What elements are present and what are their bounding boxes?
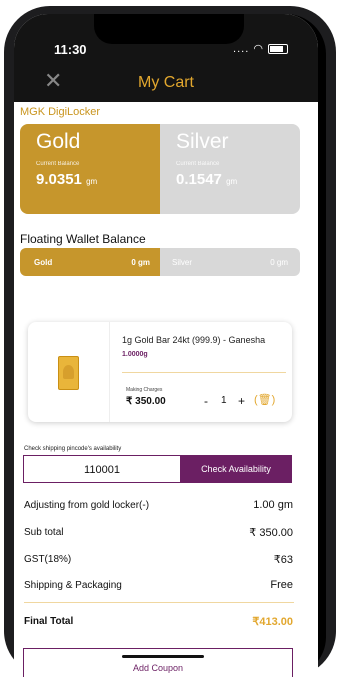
quantity-decrease-button[interactable]: - xyxy=(204,394,208,408)
shipping-label: Shipping & Packaging xyxy=(24,580,122,591)
silver-card-title: Silver xyxy=(176,130,229,153)
gst-value: ₹63 xyxy=(273,554,293,566)
gold-balance-card: Gold Current Balance 9.0351 gm xyxy=(20,124,160,214)
gold-balance-unit: gm xyxy=(86,177,98,186)
adjust-label: Adjusting from gold locker(-) xyxy=(24,500,150,511)
add-coupon-button[interactable]: Add Coupon xyxy=(23,648,293,677)
cart-item-card: 1g Gold Bar 24kt (999.9) - Ganesha 1.000… xyxy=(28,322,292,422)
floating-gold-value: 0 gm xyxy=(131,258,150,267)
floating-gold-label: Gold xyxy=(34,258,53,267)
app-screen: 11:30 .... ◠ ✕ My Cart MGK DigiLocker Go… xyxy=(14,14,318,677)
final-total-value: ₹413.00 xyxy=(252,616,293,628)
gold-balance-number: 9.0351 xyxy=(36,171,82,188)
subtotal-label: Sub total xyxy=(24,527,64,538)
gold-balance-value: 9.0351 gm xyxy=(36,171,97,188)
floating-silver-value: 0 gm xyxy=(270,258,288,267)
gold-card-subtitle: Current Balance xyxy=(36,161,80,167)
adjust-value: 1.00 gm xyxy=(253,499,293,511)
battery-icon xyxy=(268,44,288,55)
top-bar: 11:30 .... ◠ ✕ My Cart xyxy=(14,14,318,102)
digilocker-label: MGK DigiLocker xyxy=(20,106,101,118)
home-indicator xyxy=(122,655,204,658)
subtotal-value: ₹ 350.00 xyxy=(249,527,293,539)
floating-wallet-silver: Silver 0 gm xyxy=(160,248,300,276)
pincode-label: Check shipping pincode's availability xyxy=(24,446,122,452)
signal-icon: .... xyxy=(233,43,250,55)
page-title: My Cart xyxy=(138,74,194,91)
trash-icon[interactable]: (🗑) xyxy=(254,393,275,406)
status-icons: .... ◠ xyxy=(233,42,288,55)
product-divider xyxy=(122,372,286,373)
product-name: 1g Gold Bar 24kt (999.9) - Ganesha xyxy=(122,335,266,345)
product-weight: 1.0000g xyxy=(122,351,148,358)
silver-balance-unit: gm xyxy=(226,177,238,186)
silver-card-subtitle: Current Balance xyxy=(176,161,220,167)
floating-silver-label: Silver xyxy=(172,258,193,267)
silver-balance-value: 0.1547 gm xyxy=(176,171,237,188)
silver-balance-number: 0.1547 xyxy=(176,171,222,188)
total-divider xyxy=(24,602,294,603)
gold-bar-icon xyxy=(58,356,79,390)
final-total-label: Final Total xyxy=(24,616,74,627)
quantity-increase-button[interactable]: + xyxy=(238,394,245,408)
wifi-icon: ◠ xyxy=(253,43,264,55)
check-availability-button[interactable]: Check Availability xyxy=(180,455,292,483)
floating-wallet-bar: Gold 0 gm Silver 0 gm xyxy=(20,248,300,276)
floating-wallet-gold: Gold 0 gm xyxy=(20,248,160,276)
floating-wallet-label: Floating Wallet Balance xyxy=(20,232,146,246)
pincode-input[interactable]: 110001 xyxy=(23,455,180,483)
status-time: 11:30 xyxy=(54,42,87,57)
notch xyxy=(94,14,244,44)
silver-balance-card: Silver Current Balance 0.1547 gm xyxy=(160,124,300,214)
product-image[interactable] xyxy=(28,322,110,422)
gst-label: GST(18%) xyxy=(24,554,72,565)
quantity-value: 1 xyxy=(221,395,227,406)
cart-content: MGK DigiLocker Gold Current Balance 9.03… xyxy=(14,102,318,677)
gold-card-title: Gold xyxy=(36,130,81,153)
making-charges-label: Making Charges xyxy=(126,387,163,393)
shipping-value: Free xyxy=(270,579,293,591)
making-charges-value: ₹ 350.00 xyxy=(126,396,166,407)
